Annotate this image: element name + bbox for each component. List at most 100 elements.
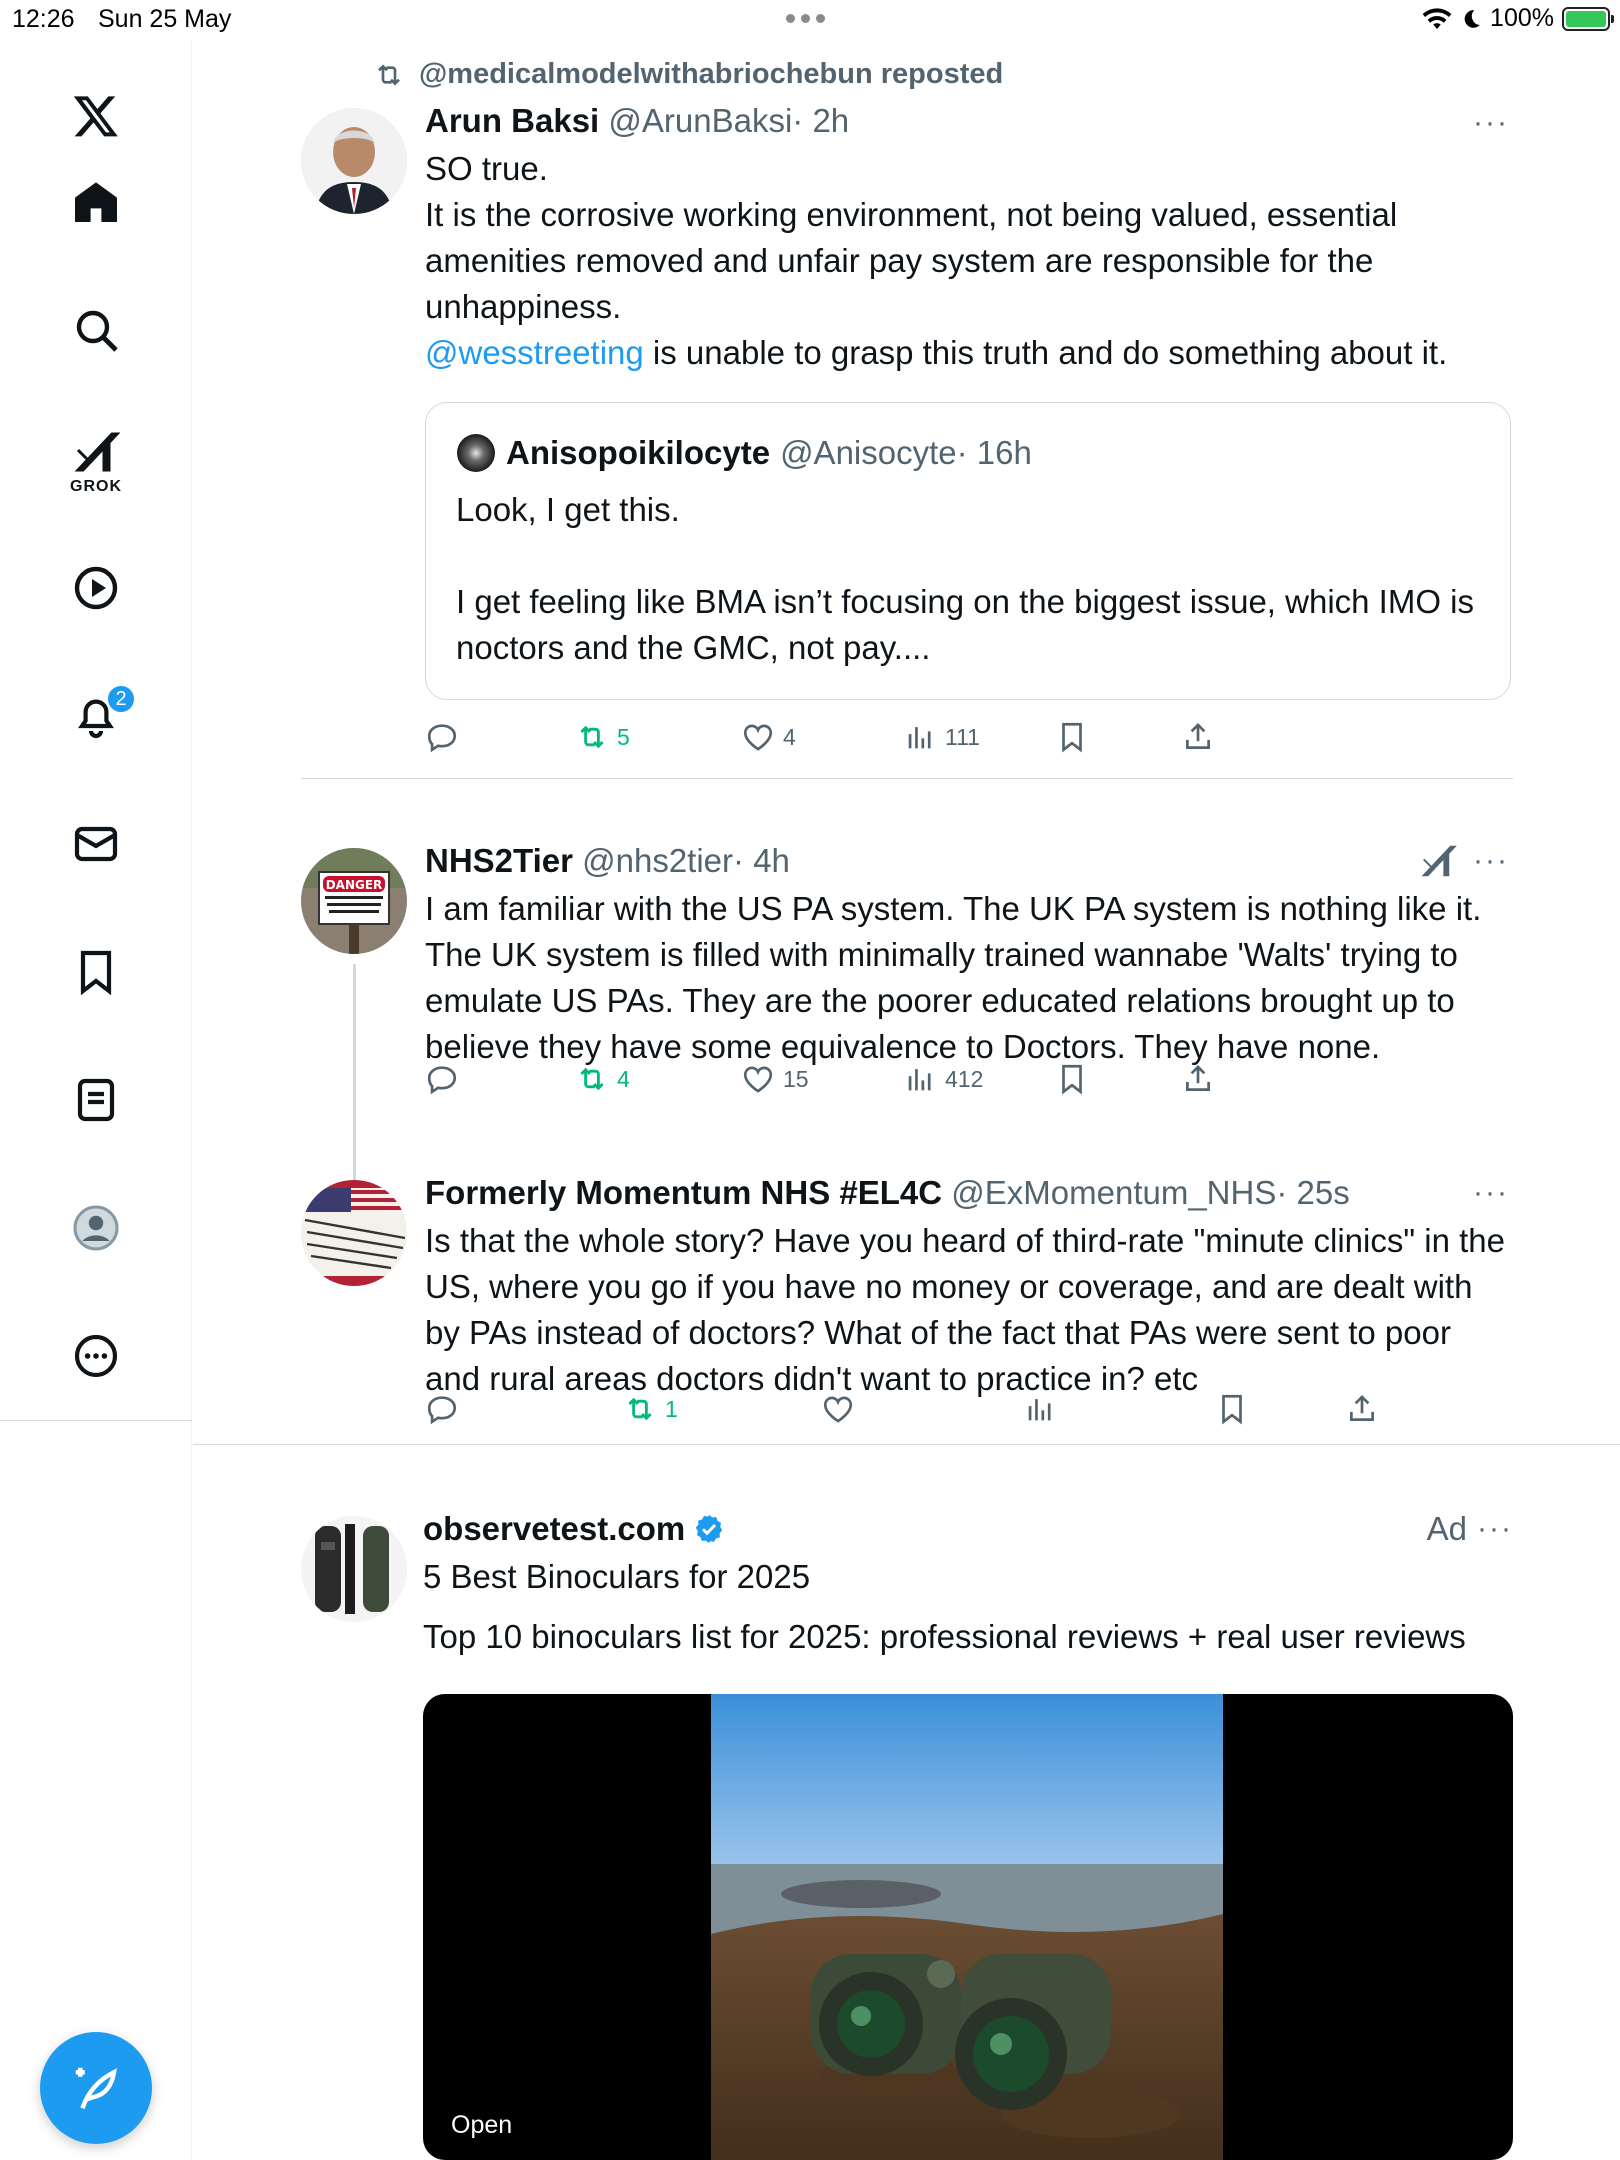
- ad-post[interactable]: observetest.com Ad ··· 5 Best Binoculars…: [193, 1470, 1620, 2160]
- more-options-icon[interactable]: ···: [1473, 844, 1509, 878]
- post-arun-baksi[interactable]: @medicalmodelwithabriochebun reposted Ar…: [193, 40, 1620, 780]
- author-name[interactable]: Formerly Momentum NHS #EL4C: [425, 1174, 942, 1211]
- status-date: Sun 25 May: [98, 5, 232, 33]
- avatar-nhs2tier[interactable]: DANGER: [301, 848, 407, 954]
- views-icon: [908, 1069, 931, 1091]
- post-header: Formerly Momentum NHS #EL4C @ExMomentum_…: [425, 1174, 1509, 1212]
- post-text-rest: is unable to grasp this truth and do som…: [643, 334, 1448, 371]
- share-button[interactable]: [1345, 1392, 1379, 1426]
- avatar-arun-baksi[interactable]: [301, 108, 407, 214]
- repost-icon: [378, 63, 400, 86]
- repost-count: 4: [617, 1065, 630, 1092]
- repost-icon: [580, 725, 604, 749]
- open-link-label[interactable]: Open: [451, 2111, 512, 2140]
- share-icon: [1350, 1395, 1374, 1421]
- quoted-post[interactable]: Anisopoikilocyte @Anisocyte· 16h Look, I…: [425, 402, 1511, 700]
- wifi-icon: [1422, 7, 1452, 29]
- post-nhs2tier[interactable]: DANGER NHS2Tier @nhs2tier· 4h ··· I am f…: [193, 800, 1620, 1190]
- post-text-line: @wesstreeting is unable to grasp this tr…: [425, 330, 1509, 376]
- heart-icon: [743, 724, 773, 751]
- post-time: · 4h: [733, 842, 790, 879]
- reply-button[interactable]: [425, 1392, 459, 1426]
- author-handle[interactable]: @ExMomentum_NHS: [951, 1174, 1276, 1211]
- reply-button[interactable]: [425, 720, 459, 754]
- like-button[interactable]: 15: [741, 1062, 809, 1096]
- post-text-line: It is the corrosive working environment,…: [425, 196, 1398, 325]
- bookmarks-icon[interactable]: [66, 942, 126, 1002]
- repost-button[interactable]: 1: [623, 1392, 678, 1426]
- advertiser-name[interactable]: observetest.com: [423, 1510, 685, 1548]
- bookmark-icon: [1062, 722, 1082, 753]
- more-options-icon[interactable]: ···: [1473, 1176, 1509, 1210]
- post-text: SO true. It is the corrosive working env…: [425, 146, 1509, 376]
- repost-icon: [628, 1397, 652, 1421]
- compose-post-button[interactable]: [40, 2032, 152, 2144]
- more-options-icon[interactable]: ···: [1473, 106, 1509, 140]
- moon-icon: [1464, 9, 1480, 28]
- battery-icon: [1562, 6, 1614, 31]
- home-icon[interactable]: [66, 173, 126, 233]
- timeline: @medicalmodelwithabriochebun reposted Ar…: [193, 40, 1620, 2160]
- status-bar: 12:26 Sun 25 May 100%: [0, 0, 1620, 40]
- quote-handle[interactable]: @Anisocyte: [780, 434, 957, 471]
- like-button[interactable]: [821, 1392, 855, 1426]
- reply-icon: [427, 1066, 457, 1095]
- repost-label: @medicalmodelwithabriochebun reposted: [419, 58, 1004, 90]
- view-count: 111: [945, 723, 980, 750]
- repost-button[interactable]: 5: [575, 720, 630, 754]
- reply-button[interactable]: [425, 1062, 459, 1096]
- x-logo-icon[interactable]: [66, 86, 126, 146]
- view-count: 412: [945, 1065, 984, 1092]
- author-name[interactable]: Arun Baksi: [425, 102, 599, 139]
- search-icon[interactable]: [66, 300, 126, 360]
- avatar-observetest[interactable]: [301, 1516, 407, 1622]
- multitasking-dots-icon[interactable]: [786, 14, 825, 23]
- post-divider: [193, 1444, 1620, 1445]
- share-button[interactable]: [1181, 1062, 1215, 1096]
- compose-feather-icon: [75, 2067, 117, 2110]
- binoculars-photo: [711, 1694, 1223, 2160]
- views-button[interactable]: 111: [903, 720, 980, 754]
- more-options-icon[interactable]: ···: [1477, 1512, 1513, 1546]
- quote-author-avatar[interactable]: [456, 433, 496, 473]
- more-icon[interactable]: [66, 1326, 126, 1386]
- post-exmomentum-nhs[interactable]: Formerly Momentum NHS #EL4C @ExMomentum_…: [193, 1134, 1620, 1470]
- author-name[interactable]: NHS2Tier: [425, 842, 573, 879]
- status-time: 12:26: [12, 5, 75, 33]
- post-actions: 1: [425, 1392, 1509, 1432]
- share-button[interactable]: [1181, 720, 1215, 754]
- bookmark-icon: [1222, 1394, 1242, 1425]
- lists-icon[interactable]: [66, 1070, 126, 1130]
- messages-icon[interactable]: [66, 814, 126, 874]
- views-button[interactable]: [1023, 1392, 1057, 1426]
- bookmark-button[interactable]: [1215, 1392, 1249, 1426]
- like-button[interactable]: 4: [741, 720, 796, 754]
- grok-explain-icon[interactable]: [1419, 842, 1457, 885]
- post-time: · 2h: [792, 102, 850, 139]
- author-handle[interactable]: @nhs2tier: [582, 842, 733, 879]
- repost-count: 1: [665, 1395, 678, 1422]
- post-header: Arun Baksi @ArunBaksi· 2h: [425, 102, 1509, 140]
- verified-badge-icon: [696, 1515, 723, 1543]
- bookmark-button[interactable]: [1055, 720, 1089, 754]
- grok-icon[interactable]: [66, 422, 126, 482]
- ad-media-card[interactable]: Open: [423, 1694, 1513, 2160]
- bookmark-icon: [1062, 1064, 1082, 1095]
- share-icon: [1186, 1065, 1210, 1091]
- repost-button[interactable]: 4: [575, 1062, 630, 1096]
- bookmark-button[interactable]: [1055, 1062, 1089, 1096]
- avatar-exmomentum-nhs[interactable]: [301, 1180, 407, 1286]
- ad-description: Top 10 binoculars list for 2025: profess…: [423, 1618, 1466, 1655]
- profile-icon[interactable]: [66, 1198, 126, 1258]
- quote-author-name[interactable]: Anisopoikilocyte: [506, 434, 770, 472]
- views-icon: [908, 727, 931, 749]
- views-button[interactable]: 412: [903, 1062, 983, 1096]
- video-icon[interactable]: [66, 558, 126, 618]
- heart-icon: [823, 1396, 853, 1423]
- author-handle[interactable]: @ArunBaksi: [608, 102, 792, 139]
- mention-link[interactable]: @wesstreeting: [425, 334, 644, 371]
- sidebar: GROK 2: [0, 40, 192, 2160]
- quote-author-handle: @Anisocyte· 16h: [780, 434, 1032, 472]
- quoted-post-header: Anisopoikilocyte @Anisocyte· 16h: [456, 433, 1032, 473]
- ad-title: 5 Best Binoculars for 2025: [423, 1558, 811, 1595]
